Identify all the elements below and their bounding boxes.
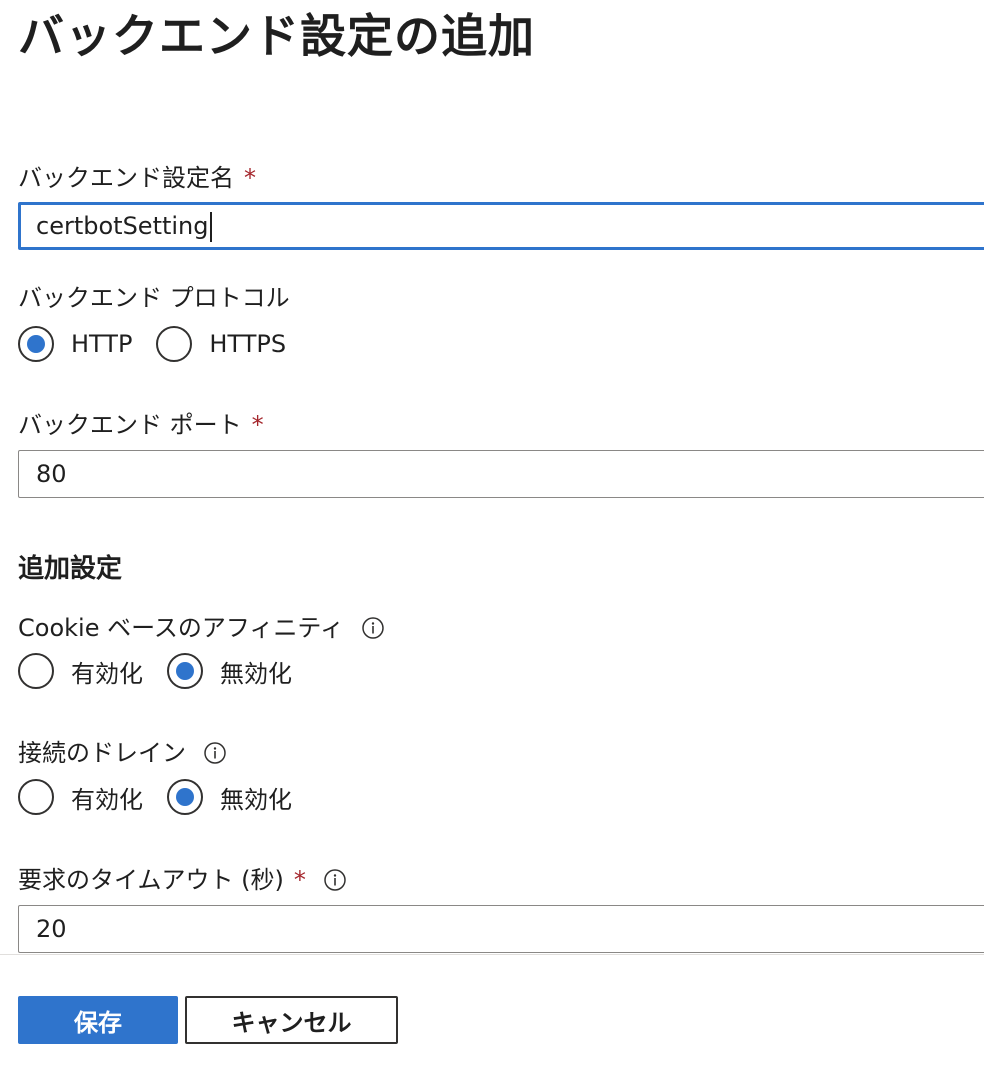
info-icon[interactable] — [324, 869, 346, 891]
backend-port-value: 80 — [36, 460, 67, 488]
radio-enable-circle[interactable] — [18, 779, 54, 815]
radio-https-label: HTTPS — [209, 330, 287, 358]
request-timeout-value: 20 — [36, 915, 67, 943]
connection-draining-enable-radio[interactable]: 有効化 — [18, 779, 143, 815]
backend-setting-name-value: certbotSetting — [36, 212, 209, 240]
protocol-radio-group: HTTP HTTPS — [18, 324, 304, 364]
request-timeout-label-text: 要求のタイムアウト (秒) — [18, 866, 284, 894]
name-label-text: バックエンド設定名 — [18, 164, 234, 192]
radio-disable-label: 無効化 — [220, 785, 292, 814]
port-field-label: バックエンド ポート * — [18, 409, 264, 441]
required-mark: * — [293, 866, 306, 894]
cookie-affinity-disable-radio[interactable]: 無効化 — [167, 653, 292, 689]
radio-http-circle[interactable] — [18, 326, 54, 362]
radio-disable-label: 無効化 — [220, 659, 292, 688]
info-icon[interactable] — [362, 617, 384, 639]
request-timeout-input[interactable]: 20 — [18, 905, 984, 953]
radio-enable-label: 有効化 — [71, 785, 143, 814]
footer-divider — [0, 954, 984, 955]
radio-enable-circle[interactable] — [18, 653, 54, 689]
port-label-text: バックエンド ポート — [18, 411, 242, 439]
cookie-affinity-enable-radio[interactable]: 有効化 — [18, 653, 143, 689]
save-button[interactable]: 保存 — [18, 996, 178, 1044]
cookie-affinity-label-text: Cookie ベースのアフィニティ — [18, 614, 344, 642]
radio-selected-dot — [27, 335, 45, 353]
text-caret — [209, 212, 212, 242]
info-icon[interactable] — [204, 742, 226, 764]
protocol-label: バックエンド プロトコル — [18, 284, 290, 312]
connection-draining-radio-group: 有効化 無効化 — [18, 777, 310, 817]
radio-https-circle[interactable] — [156, 326, 193, 362]
cookie-affinity-label: Cookie ベースのアフィニティ — [18, 612, 384, 644]
connection-draining-label-text: 接続のドレイン — [18, 739, 186, 767]
cookie-affinity-radio-group: 有効化 無効化 — [18, 651, 310, 691]
additional-settings-heading: 追加設定 — [18, 554, 123, 584]
radio-https[interactable]: HTTPS — [156, 326, 286, 362]
radio-enable-label: 有効化 — [71, 659, 143, 688]
radio-selected-dot — [176, 788, 194, 806]
radio-selected-dot — [176, 662, 194, 680]
required-mark: * — [244, 164, 256, 192]
connection-draining-label: 接続のドレイン — [18, 737, 226, 769]
page-title: バックエンド設定の追加 — [18, 9, 535, 63]
backend-port-input[interactable]: 80 — [18, 450, 984, 498]
radio-disable-circle[interactable] — [167, 779, 203, 815]
radio-http-label: HTTP — [71, 330, 133, 358]
connection-draining-disable-radio[interactable]: 無効化 — [167, 779, 292, 815]
request-timeout-label: 要求のタイムアウト (秒) * — [18, 864, 346, 896]
required-mark: * — [251, 411, 264, 439]
radio-http[interactable]: HTTP — [18, 326, 132, 362]
radio-disable-circle[interactable] — [167, 653, 203, 689]
backend-setting-name-input[interactable]: certbotSetting — [18, 202, 984, 250]
name-field-label: バックエンド設定名 * — [18, 162, 256, 194]
cancel-button[interactable]: キャンセル — [185, 996, 398, 1044]
